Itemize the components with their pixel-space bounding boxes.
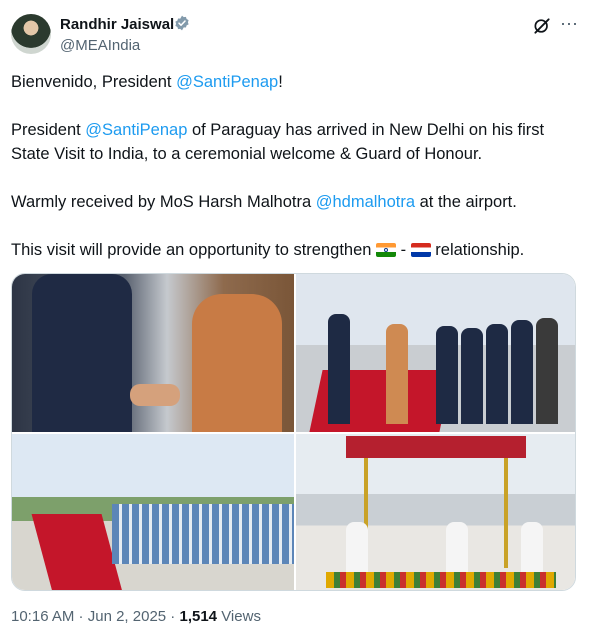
date[interactable]: Jun 2, 2025 bbox=[88, 608, 166, 625]
photo-canopy-salute[interactable] bbox=[296, 434, 575, 590]
paragraph-3: Warmly received by MoS Harsh Malhotra @h… bbox=[11, 193, 517, 211]
views-count: 1,514 bbox=[179, 608, 218, 625]
avatar[interactable] bbox=[11, 14, 51, 54]
verified-badge-icon bbox=[175, 15, 189, 31]
timestamp[interactable]: 10:16 AM bbox=[11, 608, 74, 625]
paraguay-flag-icon bbox=[410, 243, 431, 257]
photo-reception-line[interactable] bbox=[296, 274, 575, 432]
tweet-text: Bienvenido, President @SantiPenap! Presi… bbox=[11, 70, 586, 286]
more-icon[interactable]: ⋯ bbox=[560, 14, 579, 35]
mention-link[interactable]: @SantiPenap bbox=[85, 121, 187, 139]
mention-link[interactable]: @hdmalhotra bbox=[316, 193, 415, 211]
photo-handshake[interactable] bbox=[12, 274, 294, 432]
photo-guard-of-honour[interactable] bbox=[12, 434, 294, 590]
india-flag-icon bbox=[376, 243, 397, 257]
tweet-meta: 10:16 AM · Jun 2, 2025 · 1,514 Views bbox=[11, 608, 261, 625]
paragraph-2: President @SantiPenap of Paraguay has ar… bbox=[11, 121, 545, 163]
paragraph-1: Bienvenido, President @SantiPenap! bbox=[11, 73, 283, 91]
mention-link[interactable]: @SantiPenap bbox=[176, 73, 278, 91]
paragraph-4: This visit will provide an opportunity t… bbox=[11, 241, 525, 259]
media-grid bbox=[11, 273, 576, 591]
author-name[interactable]: Randhir Jaiswal bbox=[60, 16, 174, 33]
author-handle[interactable]: @MEAIndia bbox=[60, 37, 140, 54]
grok-icon[interactable] bbox=[532, 16, 552, 36]
